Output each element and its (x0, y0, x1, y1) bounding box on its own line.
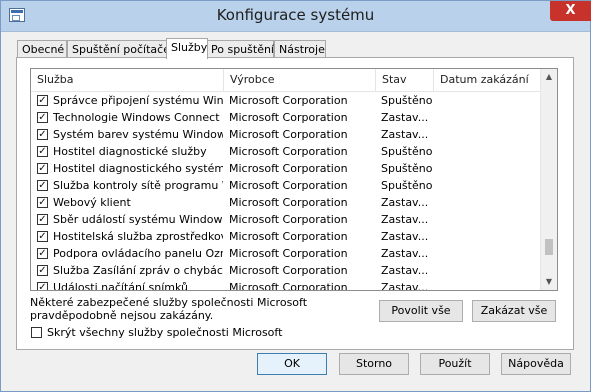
service-name: Systém barev systému Windows (53, 128, 223, 141)
service-name: Podpora ovládacího panelu Ozn... (53, 247, 223, 260)
service-name: Hostitelská služba zprostředkov... (53, 230, 223, 243)
table-row[interactable]: ✓ Podpora ovládacího panelu Ozn... Micro… (31, 246, 541, 263)
protected-services-note: Některé zabezpečené služby společnosti M… (30, 296, 308, 322)
service-status: Zastav... (381, 230, 429, 243)
service-name: Služba kontroly sítě programu W... (53, 179, 223, 192)
service-name: Hostitel diagnostického systému (53, 162, 223, 175)
help-button[interactable]: Nápověda (501, 353, 571, 375)
system-configuration-window: Konfigurace systému X Obecné Spuštění po… (0, 0, 591, 392)
scroll-down-icon[interactable]: ▼ (541, 274, 557, 290)
checkbox-icon[interactable]: ✓ (37, 163, 48, 174)
service-status: Zastav... (381, 247, 429, 260)
column-header-vendor[interactable]: Výrobce (224, 69, 376, 91)
title-bar[interactable]: Konfigurace systému X (1, 1, 591, 32)
service-status: Zastav... (381, 213, 429, 226)
service-status: Zastav... (381, 196, 429, 209)
tab-tools[interactable]: Nástroje (274, 40, 326, 58)
service-name: Události načítání snímků (53, 281, 189, 291)
service-name: Sběr událostí systému Windows (53, 213, 223, 226)
list-rows: ✓ Správce připojení systému Wind... Micr… (31, 93, 541, 291)
table-row[interactable]: ✓ Technologie Windows Connect N... Micro… (31, 110, 541, 127)
table-row[interactable]: ✓ Hostitel diagnostické služby Microsoft… (31, 144, 541, 161)
column-header-status[interactable]: Stav (376, 69, 434, 91)
hide-ms-services-label: Skrýt všechny služby společnosti Microso… (47, 326, 283, 339)
service-vendor: Microsoft Corporation (229, 281, 348, 291)
checkbox-icon[interactable]: ✓ (37, 231, 48, 242)
apply-button[interactable]: Použít (420, 353, 490, 375)
service-name: Hostitel diagnostické služby (53, 145, 207, 158)
table-row[interactable]: ✓ Hostitel diagnostického systému Micros… (31, 161, 541, 178)
service-name: Správce připojení systému Wind... (53, 94, 223, 107)
tab-startup[interactable]: Po spuštění (206, 40, 274, 58)
checkbox-icon[interactable]: ✓ (37, 197, 48, 208)
table-row[interactable]: ✓ Systém barev systému Windows Microsoft… (31, 127, 541, 144)
services-list[interactable]: Služba Výrobce Stav Datum zakázání ✓ Spr… (30, 68, 558, 291)
table-row[interactable]: ✓ Sběr událostí systému Windows Microsof… (31, 212, 541, 229)
tab-startup-options[interactable]: Spuštění počítače (67, 40, 177, 58)
service-vendor: Microsoft Corporation (229, 162, 348, 175)
vertical-scrollbar[interactable]: ▲ ▼ (540, 69, 557, 290)
table-row[interactable]: ✓ Služba kontroly sítě programu W... Mic… (31, 178, 541, 195)
service-name: Technologie Windows Connect N... (53, 111, 223, 124)
close-button[interactable]: X (550, 1, 591, 21)
service-vendor: Microsoft Corporation (229, 247, 348, 260)
table-row[interactable]: ✓ Webový klient Microsoft Corporation Za… (31, 195, 541, 212)
checkbox-icon[interactable]: ✓ (37, 95, 48, 106)
service-vendor: Microsoft Corporation (229, 111, 348, 124)
column-header-service[interactable]: Služba (31, 69, 224, 91)
checkbox-icon[interactable]: ✓ (37, 180, 48, 191)
scrollbar-thumb[interactable] (545, 239, 553, 255)
service-vendor: Microsoft Corporation (229, 179, 348, 192)
service-vendor: Microsoft Corporation (229, 145, 348, 158)
disable-all-button[interactable]: Zakázat vše (472, 300, 556, 322)
service-status: Zastav... (381, 128, 429, 141)
service-vendor: Microsoft Corporation (229, 196, 348, 209)
service-name: Webový klient (53, 196, 131, 209)
table-row[interactable]: ✓ Hostitelská služba zprostředkov... Mic… (31, 229, 541, 246)
list-header: Služba Výrobce Stav Datum zakázání (31, 69, 541, 92)
service-name: Služba Zasílání zpráv o chybách ... (53, 264, 223, 277)
service-status: Zastav... (381, 111, 429, 124)
service-status: Zastav... (381, 264, 429, 277)
checkbox-icon[interactable]: ✓ (37, 146, 48, 157)
table-row[interactable]: ✓ Správce připojení systému Wind... Micr… (31, 93, 541, 110)
scroll-up-icon[interactable]: ▲ (541, 69, 557, 85)
cancel-button[interactable]: Storno (339, 353, 409, 375)
service-vendor: Microsoft Corporation (229, 94, 348, 107)
service-vendor: Microsoft Corporation (229, 230, 348, 243)
service-status: Spuštěno (381, 145, 433, 158)
checkbox-icon[interactable]: ✓ (37, 282, 48, 290)
window-title: Konfigurace systému (216, 6, 375, 24)
table-row[interactable]: ✓ Služba Zasílání zpráv o chybách ... Mi… (31, 263, 541, 280)
checkbox-icon[interactable]: ✓ (37, 112, 48, 123)
checkbox-icon[interactable]: ✓ (37, 129, 48, 140)
service-status: Zastav... (381, 281, 429, 291)
checkbox-icon[interactable] (31, 327, 42, 338)
ok-button[interactable]: OK (257, 353, 327, 375)
checkbox-icon[interactable]: ✓ (37, 248, 48, 259)
service-status: Spuštěno (381, 179, 433, 192)
tab-services[interactable]: Služby (166, 38, 208, 59)
checkbox-icon[interactable]: ✓ (37, 265, 48, 276)
service-status: Spuštěno (381, 162, 433, 175)
service-vendor: Microsoft Corporation (229, 264, 348, 277)
checkbox-icon[interactable]: ✓ (37, 214, 48, 225)
service-status: Spuštěno (381, 94, 433, 107)
column-header-disabled-date[interactable]: Datum zakázání (434, 69, 541, 91)
service-vendor: Microsoft Corporation (229, 213, 348, 226)
tab-general[interactable]: Obecné (17, 40, 67, 58)
service-vendor: Microsoft Corporation (229, 128, 348, 141)
table-row[interactable]: ✓ Události načítání snímků Microsoft Cor… (31, 280, 541, 291)
enable-all-button[interactable]: Povolit vše (379, 300, 463, 322)
